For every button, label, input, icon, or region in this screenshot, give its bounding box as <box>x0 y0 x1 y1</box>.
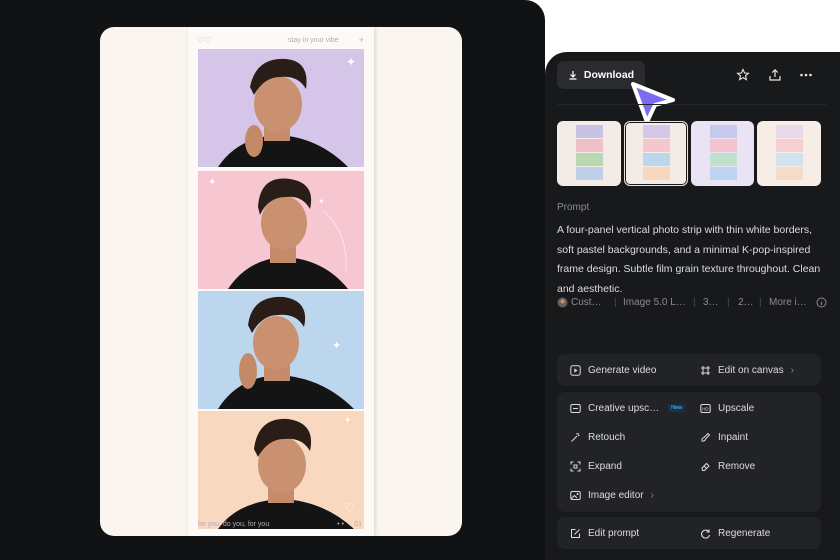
prompt-label: Prompt <box>557 202 590 213</box>
expand-icon <box>570 461 581 471</box>
retouch-button[interactable]: Retouch <box>570 430 625 444</box>
meta-custom[interactable]: Cust… <box>571 297 602 308</box>
model-avatar <box>557 297 568 309</box>
thumbnail-3[interactable] <box>690 121 755 186</box>
generate-video-label: Generate video <box>588 364 657 376</box>
thumbnail-1[interactable] <box>557 121 621 186</box>
sparkle-icon: ✦ <box>332 340 342 352</box>
chevron-right-icon: › <box>790 364 794 376</box>
strip-header: ♡♡ stay in your vibe + <box>188 31 374 51</box>
meta-ratio[interactable]: 3… <box>703 297 719 308</box>
edit-on-canvas-button[interactable]: Edit on canvas › <box>700 363 794 377</box>
chevron-right-icon: › <box>650 489 654 501</box>
portrait-image <box>218 58 348 167</box>
download-icon <box>569 71 577 80</box>
canvas-icon <box>701 365 710 375</box>
strip-caption: be you, do you, for you <box>198 521 270 528</box>
variant-thumbnails <box>557 121 821 186</box>
sparkle-icon: ✦ <box>318 197 325 206</box>
info-icon[interactable] <box>816 297 827 309</box>
expand-button[interactable]: Expand <box>570 459 622 473</box>
meta-resolution[interactable]: 2… <box>738 297 754 308</box>
generated-image[interactable]: ♡♡ stay in your vibe + ✦ ✦ ✦ ✦ ♡ ✦ be yo… <box>100 27 462 536</box>
edit-prompt-button[interactable]: Edit prompt <box>570 526 639 540</box>
inpaint-label: Inpaint <box>718 431 749 443</box>
video-actions: Generate video Edit on canvas › <box>557 354 821 386</box>
thumbnail-2[interactable] <box>623 121 688 186</box>
magic-wand-icon <box>571 432 580 442</box>
video-icon <box>570 364 581 376</box>
remove-button[interactable]: Remove <box>700 459 755 473</box>
sparkle-icon: ✦ <box>346 55 357 69</box>
canvas-area: ♡♡ stay in your vibe + ✦ ✦ ✦ ✦ ♡ ✦ be yo… <box>0 0 545 560</box>
refresh-icon <box>701 529 711 539</box>
meta-more-info[interactable]: More i… <box>769 297 807 308</box>
portrait-image <box>228 178 348 289</box>
cursor-pointer-icon <box>631 82 675 124</box>
prompt-text: A four-panel vertical photo strip with t… <box>557 224 821 295</box>
creative-upscale-button[interactable]: Creative upsc… New <box>570 401 686 415</box>
photo-strip: ♡♡ stay in your vibe + ✦ ✦ ✦ ✦ ♡ ✦ be yo… <box>188 27 374 536</box>
svg-text:HD: HD <box>702 406 709 411</box>
meta-model[interactable]: Image 5.0 L… <box>623 297 686 308</box>
edit-actions: Creative upsc… New HD Upscale Retouch In… <box>557 392 821 512</box>
edit-prompt-label: Edit prompt <box>588 527 640 539</box>
eraser-icon <box>701 462 710 471</box>
star-icon[interactable] <box>734 66 752 84</box>
image-icon <box>570 490 581 500</box>
download-label: Download <box>583 69 635 81</box>
new-badge: New <box>668 404 686 412</box>
strip-panel-4: ♡ ✦ <box>198 411 364 529</box>
generate-video-button[interactable]: Generate video <box>570 363 656 377</box>
thumbnail-4[interactable] <box>757 121 821 186</box>
strip-tagline: stay in your vibe <box>288 37 339 44</box>
more-icon[interactable] <box>797 66 815 84</box>
upscale-icon: HD <box>700 403 711 413</box>
details-panel: Download Prompt A four-panel vertical ph… <box>545 52 840 560</box>
sparkle-icon: ✦ <box>208 177 217 188</box>
generation-meta: Cust… | Image 5.0 L… | 3… | 2… | More i… <box>557 297 829 311</box>
edit-icon <box>571 528 580 538</box>
image-editor-label: Image editor <box>588 489 644 501</box>
remove-label: Remove <box>718 460 756 472</box>
strip-panel-3: ✦ <box>198 291 364 409</box>
sparkle-icon: ✦ <box>344 415 352 425</box>
portrait-image <box>218 418 354 529</box>
expand-label: Expand <box>588 460 622 472</box>
hearts-icon: ♡♡ <box>197 36 212 45</box>
strip-number: 01 <box>354 521 362 528</box>
inpaint-button[interactable]: Inpaint <box>700 430 748 444</box>
creative-upscale-icon <box>570 403 581 413</box>
heart-icon: ♡ <box>344 501 355 515</box>
regenerate-button[interactable]: Regenerate <box>700 526 770 540</box>
inpaint-icon <box>701 432 711 442</box>
plus-icon: + <box>358 35 364 45</box>
prompt-actions: Edit prompt Regenerate <box>557 517 821 549</box>
creative-upscale-label: Creative upsc… <box>588 402 660 414</box>
retouch-label: Retouch <box>588 431 626 443</box>
strip-footer: be you, do you, for you • • 01 <box>198 521 364 533</box>
image-editor-button[interactable]: Image editor › <box>570 488 654 502</box>
strip-dots: • • <box>337 521 344 528</box>
strip-panel-2: ✦ ✦ <box>198 171 364 289</box>
upscale-label: Upscale <box>718 402 755 414</box>
edit-on-canvas-label: Edit on canvas <box>718 364 784 376</box>
strip-panel-1: ✦ <box>198 49 364 167</box>
upscale-button[interactable]: HD Upscale <box>700 401 754 415</box>
share-icon[interactable] <box>766 66 784 84</box>
divider <box>557 104 827 105</box>
regenerate-label: Regenerate <box>718 527 771 539</box>
